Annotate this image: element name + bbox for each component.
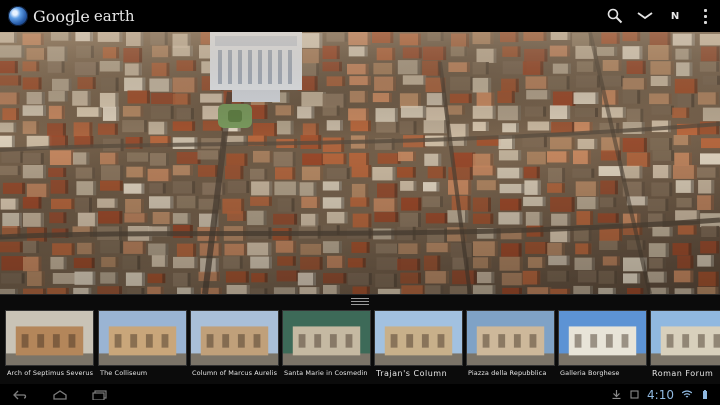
download-icon [611,390,621,400]
tour-thumbnail [650,310,720,366]
compass-button[interactable]: N [660,1,690,31]
action-buttons: N [600,0,720,32]
drag-handle-icon[interactable] [351,298,369,305]
system-nav-bar: 4:10 [0,384,720,405]
recent-apps-button[interactable] [80,384,120,405]
layers-button[interactable] [630,1,660,31]
back-button[interactable] [0,384,40,405]
map-view[interactable] [0,32,720,294]
action-bar: Google earth N [0,0,720,32]
wifi-icon [682,390,692,400]
clock: 4:10 [647,387,674,402]
tour-thumbnail [374,310,463,366]
search-button[interactable] [600,1,630,31]
recent-apps-icon [92,389,107,400]
tour-item[interactable]: Galleria Borghese [558,310,647,382]
tour-thumbnail [5,310,94,366]
home-button[interactable] [40,384,80,405]
back-icon [13,390,27,399]
tour-label: Roman Forum [652,369,714,378]
tour-item[interactable]: Santa Marie in Cosmedin [282,310,371,382]
tour-thumbnail [466,310,555,366]
tour-label: Trajan's Column [376,369,448,378]
app-logo: Google earth [8,6,135,26]
tour-label: Piazza della Repubblica [468,369,547,377]
aerial-city-view[interactable] [0,32,720,294]
tour-item[interactable]: The Colliseum [98,310,187,382]
tour-thumbnail [558,310,647,366]
tour-thumbnail [98,310,187,366]
tour-thumbnail [282,310,371,366]
tour-item[interactable]: Trajan's Column [374,310,463,382]
tour-label: Santa Marie in Cosmedin [284,369,368,377]
tour-item[interactable]: Column of Marcus Aurelis [190,310,279,382]
compass-icon: N [670,10,680,22]
overflow-menu-button[interactable] [690,1,720,31]
chevron-down-icon [637,12,653,20]
tour-item[interactable]: Arch of Septimus Severus [5,310,94,382]
notification-icon [629,390,639,400]
brand-sub: earth [93,7,135,25]
tour-list: Arch of Septimus Severus The Colliseum Col… [0,310,720,382]
tour-label: Galleria Borghese [560,369,620,377]
search-icon [607,8,623,24]
tour-item[interactable]: Piazza della Repubblica [466,310,555,382]
tour-label: The Colliseum [100,369,148,377]
status-tray: 4:10 [611,388,720,402]
battery-icon [700,389,710,400]
globe-icon [8,6,28,26]
tour-thumbnail [190,310,279,366]
tour-item[interactable]: Roman Forum [650,310,720,382]
brand-name: Google [33,6,90,26]
overflow-menu-icon [693,8,717,24]
tour-label: Arch of Septimus Severus [7,369,94,377]
tour-label: Column of Marcus Aurelis [192,369,278,377]
tour-strip: Arch of Septimus Severus The Colliseum Col… [0,294,720,385]
home-icon [53,389,67,400]
